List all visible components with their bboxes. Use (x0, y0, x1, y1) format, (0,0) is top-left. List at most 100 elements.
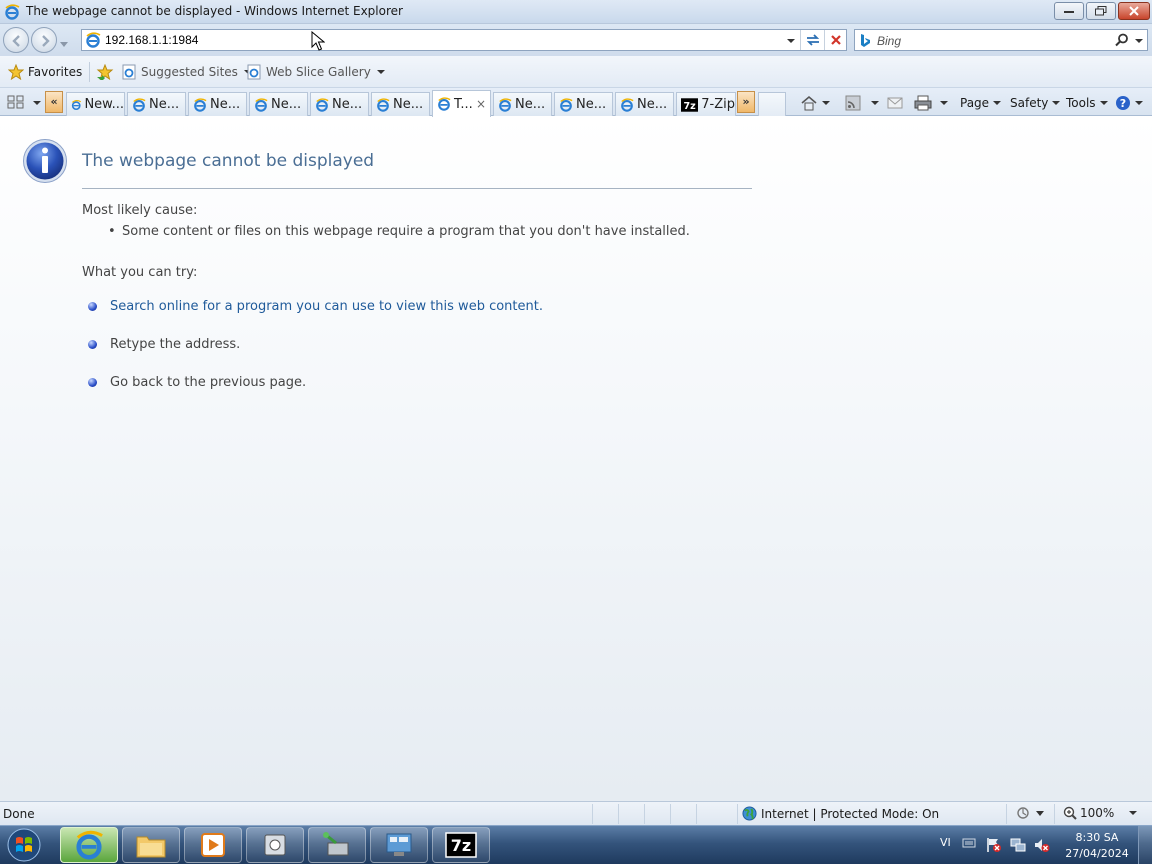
help-icon: ? (1116, 96, 1130, 110)
suggested-sites-label: Suggested Sites (141, 65, 238, 79)
ie-tab-icon (499, 97, 512, 112)
tab-label: Ne... (149, 97, 180, 112)
forward-button[interactable] (31, 27, 57, 53)
divider (89, 62, 90, 82)
address-bar[interactable]: 192.168.1.1:1984 (81, 29, 847, 51)
add-to-favorites-bar-button[interactable] (96, 63, 114, 81)
minimize-button[interactable] (1054, 2, 1084, 20)
stop-icon[interactable] (828, 32, 844, 48)
divider (737, 804, 738, 824)
tab-row: « New... Ne... Ne... Ne... Ne... Ne... T… (0, 88, 1152, 117)
web-slice-gallery-button[interactable]: Web Slice Gallery (246, 63, 385, 81)
security-zone[interactable]: Internet | Protected Mode: On (742, 806, 939, 821)
taskbar-internet-explorer[interactable] (60, 827, 118, 863)
taskbar-app-control[interactable] (370, 827, 428, 863)
volume-muted-icon[interactable] (1034, 837, 1050, 856)
new-tab-button[interactable] (758, 92, 786, 116)
tools-menu[interactable]: Tools (1066, 94, 1108, 112)
bullet-icon (88, 340, 97, 349)
start-button[interactable] (4, 826, 48, 864)
tab-close-button[interactable]: × (476, 97, 486, 111)
favorites-bar: Favorites Suggested Sites Web Slice Gall… (0, 56, 1152, 88)
mouse-cursor-icon (311, 30, 326, 54)
taskbar-7zip[interactable]: 7z (432, 827, 490, 863)
mail-icon (887, 97, 903, 109)
favorites-button[interactable]: Favorites (8, 63, 82, 81)
suggested-sites-button[interactable]: Suggested Sites (121, 63, 252, 81)
recent-pages-dropdown-icon[interactable] (60, 36, 68, 50)
help-menu[interactable]: ? (1115, 94, 1143, 112)
taskbar-media-player[interactable] (184, 827, 242, 863)
try-heading: What you can try: (82, 265, 198, 280)
chevron-down-icon[interactable] (822, 101, 830, 105)
page-menu[interactable]: Page (960, 94, 1002, 112)
status-bar: Done Internet | Protected Mode: On 100% (0, 801, 1152, 825)
chevron-down-icon[interactable] (940, 101, 948, 105)
tab[interactable]: Ne... (615, 92, 674, 116)
search-icon[interactable] (1115, 33, 1129, 50)
read-mail-button[interactable] (887, 94, 903, 112)
ie-tab-icon (71, 99, 82, 110)
zoom-control[interactable]: 100% (1063, 806, 1138, 820)
address-dropdown-icon[interactable] (784, 32, 798, 48)
tab[interactable]: Ne... (554, 92, 613, 116)
safety-menu[interactable]: Safety (1010, 94, 1061, 112)
rss-feed-icon (845, 95, 861, 111)
tab[interactable]: Ne... (310, 92, 369, 116)
tab[interactable]: 7z 7-Zip (676, 92, 736, 116)
tab[interactable]: Ne... (249, 92, 308, 116)
tab-label: Ne... (515, 97, 546, 112)
ie-page-icon (247, 64, 261, 80)
search-options-dropdown-icon[interactable] (1135, 33, 1143, 50)
tab[interactable]: New... (66, 92, 125, 116)
tab-scroll-left-button[interactable]: « (45, 91, 63, 113)
tab[interactable]: Ne... (371, 92, 430, 116)
feeds-button[interactable] (845, 94, 879, 112)
clock[interactable]: 8:30 SA 27/04/2024 (1062, 830, 1132, 862)
divider (644, 804, 645, 824)
taskbar-app-disk[interactable] (246, 827, 304, 863)
divider (592, 804, 593, 824)
tab[interactable]: Ne... (127, 92, 186, 116)
divider (824, 30, 825, 50)
ie-tab-icon (560, 97, 573, 112)
taskbar-app-network[interactable] (308, 827, 366, 863)
info-icon (22, 138, 68, 187)
quick-tabs-icon[interactable] (6, 92, 32, 112)
home-button[interactable] (800, 94, 830, 112)
navigation-bar: 192.168.1.1:1984 Bing (0, 24, 1152, 56)
tab-active[interactable]: T... × (432, 90, 491, 117)
ie-tab-icon (621, 97, 634, 112)
taskbar-explorer[interactable] (122, 827, 180, 863)
refresh-icon[interactable] (804, 32, 822, 48)
search-box[interactable]: Bing (854, 29, 1148, 51)
protected-mode-icon[interactable] (1016, 806, 1044, 823)
language-indicator[interactable]: VI (940, 836, 951, 849)
home-icon (801, 95, 817, 111)
keyboard-icon[interactable] (962, 837, 976, 852)
ie-tab-icon (255, 97, 268, 112)
print-button[interactable] (914, 94, 948, 112)
back-button[interactable] (3, 27, 29, 53)
tab[interactable]: Ne... (493, 92, 552, 116)
web-slice-gallery-label: Web Slice Gallery (266, 65, 371, 79)
star-icon (8, 64, 24, 80)
divider (696, 804, 697, 824)
tab-label: Ne... (637, 97, 668, 112)
action-center-flag-icon[interactable] (986, 837, 1002, 856)
svg-text:7z: 7z (684, 100, 697, 111)
status-text: Done (3, 807, 35, 821)
close-window-button[interactable] (1118, 2, 1150, 20)
network-icon[interactable] (1010, 837, 1026, 856)
show-desktop-button[interactable] (1138, 826, 1152, 864)
search-input[interactable]: Bing (877, 34, 901, 48)
restore-button[interactable] (1086, 2, 1116, 20)
tab-list-dropdown-icon[interactable] (32, 92, 44, 112)
search-online-link[interactable]: Search online for a program you can use … (110, 299, 543, 314)
chevron-down-icon (1052, 101, 1061, 105)
tab-scroll-right-button[interactable]: » (737, 91, 755, 113)
address-input[interactable]: 192.168.1.1:1984 (105, 33, 198, 47)
page-title: The webpage cannot be displayed (82, 151, 375, 171)
chevron-down-icon[interactable] (871, 101, 879, 105)
tab[interactable]: Ne... (188, 92, 247, 116)
